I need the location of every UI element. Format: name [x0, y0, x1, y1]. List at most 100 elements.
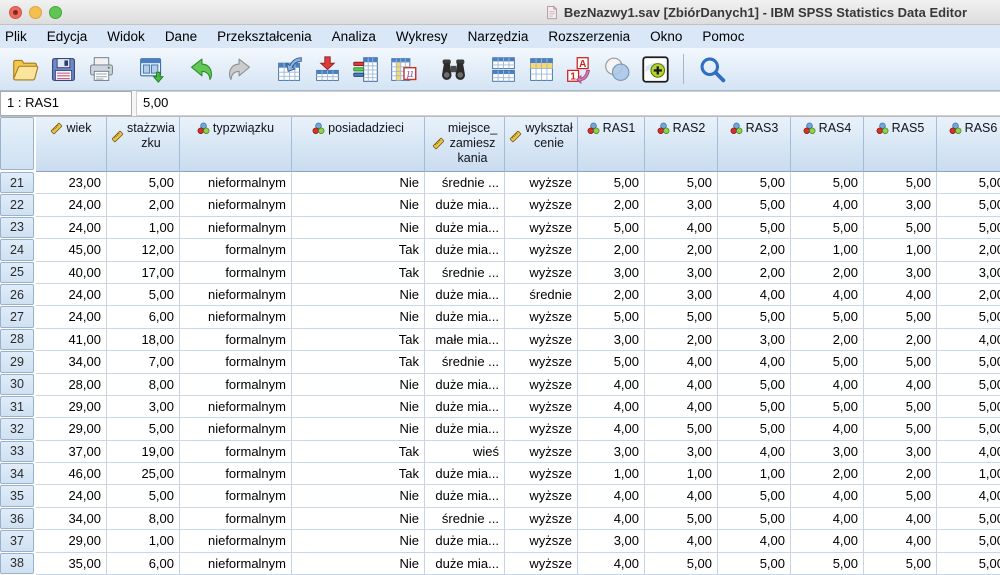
column-header-miejsce_zamieszkania[interactable]: miejsce_zamieszkania	[425, 117, 505, 172]
find-button[interactable]	[434, 51, 472, 87]
cell-23-RAS6[interactable]: 5,00	[937, 217, 1000, 239]
cell-35-posiadadzieci[interactable]: Nie	[292, 485, 425, 507]
cell-34-RAS6[interactable]: 1,00	[937, 463, 1000, 485]
cell-26-typzwiazku[interactable]: nieformalnym	[180, 284, 292, 306]
cell-25-RAS5[interactable]: 3,00	[864, 262, 937, 284]
cell-31-RAS5[interactable]: 5,00	[864, 396, 937, 418]
zoom-button[interactable]	[49, 6, 62, 19]
cell-34-RAS3[interactable]: 1,00	[718, 463, 791, 485]
split-file-button[interactable]	[484, 51, 522, 87]
cell-31-posiadadzieci[interactable]: Nie	[292, 396, 425, 418]
cell-21-RAS5[interactable]: 5,00	[864, 172, 937, 194]
cell-37-posiadadzieci[interactable]: Nie	[292, 530, 425, 552]
column-header-RAS4[interactable]: RAS4	[791, 117, 864, 172]
row-header-23[interactable]: 23	[0, 217, 34, 238]
cell-30-RAS6[interactable]: 5,00	[937, 374, 1000, 396]
column-header-RAS3[interactable]: RAS3	[718, 117, 791, 172]
minimize-button[interactable]	[29, 6, 42, 19]
cell-35-RAS6[interactable]: 4,00	[937, 485, 1000, 507]
cell-23-RAS1[interactable]: 5,00	[578, 217, 645, 239]
menu-narz-dzia[interactable]: Narzędzia	[458, 29, 539, 44]
cell-28-RAS4[interactable]: 2,00	[791, 329, 864, 351]
row-header-25[interactable]: 25	[0, 262, 34, 283]
cell-24-typzwiazku[interactable]: formalnym	[180, 239, 292, 261]
cell-30-stazzwiazku[interactable]: 8,00	[107, 374, 180, 396]
cell-36-RAS1[interactable]: 4,00	[578, 508, 645, 530]
cell-38-wiek[interactable]: 35,00	[36, 553, 107, 575]
cell-28-RAS2[interactable]: 2,00	[645, 329, 718, 351]
cell-26-RAS2[interactable]: 3,00	[645, 284, 718, 306]
cell-22-wiek[interactable]: 24,00	[36, 194, 107, 216]
cell-24-RAS2[interactable]: 2,00	[645, 239, 718, 261]
menu-dane[interactable]: Dane	[155, 29, 207, 44]
cell-23-RAS5[interactable]: 5,00	[864, 217, 937, 239]
cell-21-miejsce_zamieszkania[interactable]: średnie ...	[425, 172, 505, 194]
cell-37-wiek[interactable]: 29,00	[36, 530, 107, 552]
cell-34-posiadadzieci[interactable]: Tak	[292, 463, 425, 485]
cell-24-wyksztalcenie[interactable]: wyższe	[505, 239, 578, 261]
cell-36-RAS6[interactable]: 5,00	[937, 508, 1000, 530]
cell-25-stazzwiazku[interactable]: 17,00	[107, 262, 180, 284]
cell-33-RAS3[interactable]: 4,00	[718, 441, 791, 463]
menu-edycja[interactable]: Edycja	[37, 29, 98, 44]
cell-27-miejsce_zamieszkania[interactable]: duże mia...	[425, 306, 505, 328]
cell-29-miejsce_zamieszkania[interactable]: średnie ...	[425, 351, 505, 373]
cell-25-wyksztalcenie[interactable]: wyższe	[505, 262, 578, 284]
cell-29-RAS5[interactable]: 5,00	[864, 351, 937, 373]
cell-26-RAS3[interactable]: 4,00	[718, 284, 791, 306]
cell-27-wiek[interactable]: 24,00	[36, 306, 107, 328]
cell-23-posiadadzieci[interactable]: Nie	[292, 217, 425, 239]
cell-25-typzwiazku[interactable]: formalnym	[180, 262, 292, 284]
cell-29-RAS4[interactable]: 5,00	[791, 351, 864, 373]
menu-widok[interactable]: Widok	[97, 29, 155, 44]
column-header-typzwiazku[interactable]: typzwiązku	[180, 117, 292, 172]
cell-26-miejsce_zamieszkania[interactable]: duże mia...	[425, 284, 505, 306]
cell-editor-field[interactable]: 5,00	[136, 91, 1000, 116]
cell-23-wyksztalcenie[interactable]: wyższe	[505, 217, 578, 239]
cell-26-posiadadzieci[interactable]: Nie	[292, 284, 425, 306]
cell-21-RAS2[interactable]: 5,00	[645, 172, 718, 194]
select-cases-button[interactable]	[598, 51, 636, 87]
cell-23-RAS4[interactable]: 5,00	[791, 217, 864, 239]
cell-38-RAS4[interactable]: 5,00	[791, 553, 864, 575]
row-header-24[interactable]: 24	[0, 239, 34, 260]
row-header-37[interactable]: 37	[0, 530, 34, 551]
menu-wykresy[interactable]: Wykresy	[386, 29, 458, 44]
cell-38-wyksztalcenie[interactable]: wyższe	[505, 553, 578, 575]
cell-35-typzwiazku[interactable]: formalnym	[180, 485, 292, 507]
row-header-35[interactable]: 35	[0, 485, 34, 506]
cell-31-RAS4[interactable]: 5,00	[791, 396, 864, 418]
cell-38-RAS5[interactable]: 5,00	[864, 553, 937, 575]
cell-29-RAS2[interactable]: 4,00	[645, 351, 718, 373]
cell-37-RAS2[interactable]: 4,00	[645, 530, 718, 552]
cell-reference-box[interactable]: 1 : RAS1	[0, 91, 132, 116]
cell-28-stazzwiazku[interactable]: 18,00	[107, 329, 180, 351]
cell-25-miejsce_zamieszkania[interactable]: średnie ...	[425, 262, 505, 284]
cell-27-RAS1[interactable]: 5,00	[578, 306, 645, 328]
cell-26-wyksztalcenie[interactable]: średnie	[505, 284, 578, 306]
cell-36-RAS5[interactable]: 4,00	[864, 508, 937, 530]
column-header-RAS6[interactable]: RAS6	[937, 117, 1000, 172]
cell-35-RAS3[interactable]: 5,00	[718, 485, 791, 507]
cell-38-miejsce_zamieszkania[interactable]: duże mia...	[425, 553, 505, 575]
cell-21-RAS4[interactable]: 5,00	[791, 172, 864, 194]
cell-29-wiek[interactable]: 34,00	[36, 351, 107, 373]
cell-32-posiadadzieci[interactable]: Nie	[292, 418, 425, 440]
goto-case-button[interactable]	[270, 51, 308, 87]
cell-24-RAS1[interactable]: 2,00	[578, 239, 645, 261]
value-labels-button[interactable]: A1	[560, 51, 598, 87]
cell-27-RAS4[interactable]: 5,00	[791, 306, 864, 328]
cell-23-miejsce_zamieszkania[interactable]: duże mia...	[425, 217, 505, 239]
cell-21-typzwiazku[interactable]: nieformalnym	[180, 172, 292, 194]
cell-24-RAS4[interactable]: 1,00	[791, 239, 864, 261]
goto-variable-button[interactable]	[308, 51, 346, 87]
cell-32-wyksztalcenie[interactable]: wyższe	[505, 418, 578, 440]
cell-37-wyksztalcenie[interactable]: wyższe	[505, 530, 578, 552]
row-header-22[interactable]: 22	[0, 194, 34, 215]
cell-30-typzwiazku[interactable]: formalnym	[180, 374, 292, 396]
cell-29-stazzwiazku[interactable]: 7,00	[107, 351, 180, 373]
cell-28-RAS5[interactable]: 2,00	[864, 329, 937, 351]
cell-29-RAS3[interactable]: 4,00	[718, 351, 791, 373]
cell-25-posiadadzieci[interactable]: Tak	[292, 262, 425, 284]
cell-26-RAS4[interactable]: 4,00	[791, 284, 864, 306]
